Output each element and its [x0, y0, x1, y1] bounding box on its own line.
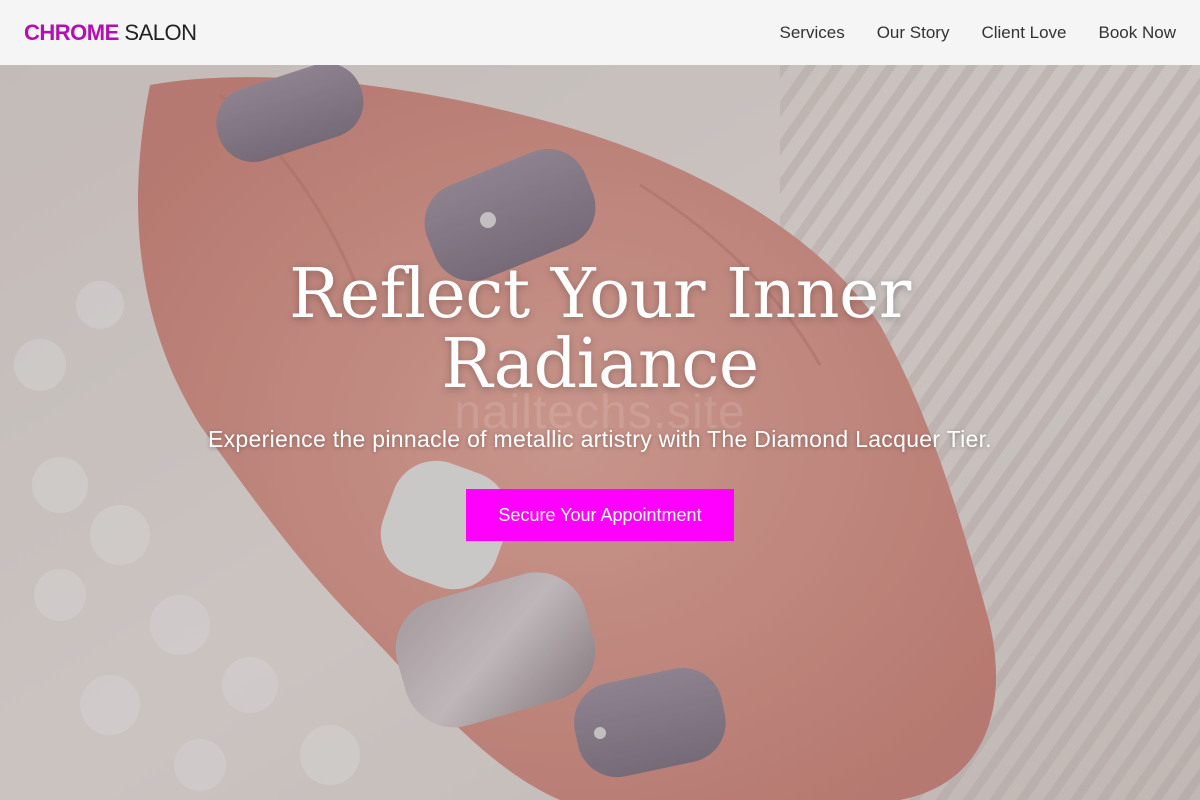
hero-section: nailtechs.site Reflect Your Inner Radian…: [0, 65, 1200, 800]
nav-link-our-story[interactable]: Our Story: [877, 23, 950, 43]
nav-link-client-love[interactable]: Client Love: [981, 23, 1066, 43]
site-header: CHROME SALON Services Our Story Client L…: [0, 0, 1200, 65]
hero-subtitle: Experience the pinnacle of metallic arti…: [207, 426, 992, 452]
nav-link-book-now[interactable]: Book Now: [1099, 23, 1176, 43]
hero-title: Reflect Your Inner Radiance: [289, 255, 911, 404]
brand-logo-rest: SALON: [118, 19, 197, 45]
brand-logo-accent: CHROME: [24, 19, 119, 45]
nav-link-services[interactable]: Services: [780, 23, 845, 43]
hero-content: Reflect Your Inner Radiance Experience t…: [0, 260, 1200, 541]
brand-logo[interactable]: CHROME SALON: [24, 19, 197, 46]
secure-appointment-button[interactable]: Secure Your Appointment: [466, 489, 734, 541]
main-nav: Services Our Story Client Love Book Now: [780, 23, 1176, 43]
